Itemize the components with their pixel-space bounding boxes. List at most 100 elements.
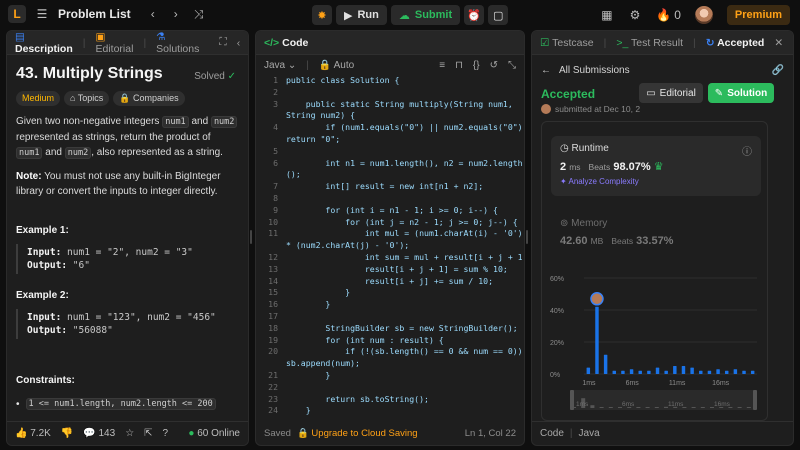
chevron-right-icon[interactable]: ›: [169, 7, 183, 21]
analyze-complexity-link[interactable]: ✦ Analyze Complexity: [560, 177, 752, 186]
reset-icon[interactable]: ↺: [490, 60, 498, 71]
code-line[interactable]: 20 if (!(sb.length() == 0 && num == 0)): [256, 346, 524, 358]
code-line[interactable]: 5: [256, 146, 524, 158]
code-line[interactable]: 12 int sum = mul + result[i + j + 1];: [256, 252, 524, 264]
premium-button[interactable]: Premium: [726, 5, 790, 25]
language-select[interactable]: Java ⌄: [264, 60, 296, 71]
range-slider-bar: [654, 407, 659, 408]
tab-editorial[interactable]: ▣ Editorial: [96, 31, 134, 55]
list-icon[interactable]: ☰: [35, 7, 49, 21]
code-line[interactable]: 11 int mul = (num1.charAt(i) - '0'): [256, 228, 524, 240]
right-resize-handle[interactable]: [526, 230, 528, 244]
clock-icon: ◷: [560, 143, 569, 154]
submit-button[interactable]: ☁ Submit: [390, 5, 461, 25]
upgrade-link[interactable]: 🔒 Upgrade to Cloud Saving: [297, 428, 418, 439]
code-line[interactable]: 14 result[i + j] += sum / 10;: [256, 276, 524, 288]
leetcode-logo[interactable]: L: [8, 5, 26, 23]
share-icon[interactable]: ⇱: [144, 428, 152, 439]
thumbs-down-icon: 👎: [60, 428, 74, 439]
link-icon[interactable]: 🔗: [772, 65, 784, 76]
comment-count: 143: [98, 428, 116, 439]
code-line[interactable]: 19 for (int num : result) {: [256, 335, 524, 347]
example-2: Input: num1 = "123", num2 = "456" Output…: [16, 309, 239, 339]
favorite-star-icon[interactable]: ☆: [125, 428, 134, 439]
maximize-icon[interactable]: ⛶: [219, 36, 226, 49]
code-line[interactable]: 13 result[i + j + 1] = sum % 10;: [256, 264, 524, 276]
code-line[interactable]: 1 public class Solution {: [256, 75, 524, 87]
tab-description-label: Description: [15, 42, 73, 55]
close-icon[interactable]: ✕: [774, 37, 783, 49]
editorial-button[interactable]: ▭ Editorial: [639, 83, 703, 103]
code-line[interactable]: * (num2.charAt(j) - '0');: [256, 240, 524, 252]
tab-solutions[interactable]: ⚗ Solutions: [156, 31, 199, 55]
code-line[interactable]: return "0";: [256, 134, 524, 146]
input-value: num1 = "123", num2 = "456": [61, 312, 216, 323]
line-number: [256, 134, 286, 146]
notes-button[interactable]: ▢: [488, 5, 509, 25]
code-line[interactable]: 6 int n1 = num1.length(), n2 = num2.leng…: [256, 158, 524, 170]
bookmark-icon[interactable]: ⊓: [455, 60, 463, 71]
line-number: 15: [268, 287, 278, 298]
code-line[interactable]: 21 }: [256, 370, 524, 382]
tag-icon: ⌂: [70, 93, 76, 103]
code-line[interactable]: 18 StringBuilder sb = new StringBuilder(…: [256, 323, 524, 335]
streak-counter[interactable]: 🔥 0: [656, 8, 681, 22]
code-line[interactable]: 15 }: [256, 287, 524, 299]
format-icon[interactable]: ≡: [439, 60, 445, 71]
comments-button[interactable]: 💬 143: [83, 428, 115, 439]
code-line[interactable]: 3 public static String multiply(String n…: [256, 99, 524, 111]
chart-bar: [716, 369, 720, 374]
code-line[interactable]: 10 for (int j = n2 - 1; j >= 0; j--) {: [256, 217, 524, 229]
code-line[interactable]: 25}: [256, 417, 524, 419]
tab-code[interactable]: </> Code: [264, 37, 308, 49]
run-button[interactable]: ▶ Run: [336, 5, 387, 25]
gear-icon[interactable]: ⚙: [628, 8, 642, 22]
problem-list-link[interactable]: Problem List: [58, 7, 131, 21]
topics-chip[interactable]: ⌂ Topics: [64, 91, 110, 106]
code-line[interactable]: String num2) {: [256, 110, 524, 122]
tab-description[interactable]: ▤ Description: [15, 31, 73, 55]
code-line[interactable]: 24 }: [256, 405, 524, 417]
collapse-icon[interactable]: ‹: [237, 37, 241, 49]
line-number: [256, 358, 286, 370]
code-line[interactable]: 2: [256, 87, 524, 99]
tab-accepted[interactable]: ↻ Accepted: [706, 37, 765, 49]
line-number: 4: [273, 122, 278, 133]
all-submissions-link[interactable]: ← All Submissions 🔗: [541, 61, 784, 79]
code-line[interactable]: 7 int[] result = new int[n1 + n2];: [256, 181, 524, 193]
like-button[interactable]: 👍 7.2K: [15, 428, 51, 439]
code-line[interactable]: 16 }: [256, 299, 524, 311]
code-line[interactable]: 4 if (num1.equals("0") || num2.equals("0…: [256, 122, 524, 134]
tab-testcase[interactable]: ☑ Testcase: [540, 37, 594, 49]
shuffle-icon[interactable]: ⤨: [192, 7, 206, 22]
runtime-label: Runtime: [571, 143, 609, 154]
chevron-left-icon[interactable]: ‹: [146, 7, 160, 21]
companies-chip[interactable]: 🔒 Companies: [113, 91, 185, 106]
code-line[interactable]: 22: [256, 382, 524, 394]
code-line[interactable]: 17: [256, 311, 524, 323]
memory-card[interactable]: ⊚ Memory 42.60 MB Beats 33.57%: [560, 218, 673, 247]
braces-icon[interactable]: {}: [473, 60, 480, 71]
layout-grid-icon[interactable]: ▦: [600, 8, 614, 22]
code-line[interactable]: 9 for (int i = n1 - 1; i >= 0; i--) {: [256, 205, 524, 217]
solution-button[interactable]: ✎ Solution: [708, 83, 774, 103]
code-editor[interactable]: 1 public class Solution {2 3 public static…: [256, 75, 524, 419]
runtime-card[interactable]: ◷ Runtime ⓘ 2 ms Beats 98.07% ♛ ✦ Analyze …: [551, 136, 761, 196]
left-resize-handle[interactable]: [250, 230, 252, 244]
timer-button[interactable]: ⏰: [464, 5, 485, 25]
info-icon[interactable]: ⓘ: [742, 143, 752, 158]
code-line[interactable]: 8: [256, 193, 524, 205]
auto-mode-toggle[interactable]: 🔒 Auto: [319, 60, 354, 71]
debug-button[interactable]: ✸: [312, 5, 332, 25]
dislike-button[interactable]: 👎: [61, 428, 73, 439]
code-line[interactable]: sb.append(num);: [256, 358, 524, 370]
description-tabs: ▤ Description | ▣ Editorial | ⚗ Solution…: [7, 31, 248, 55]
avatar[interactable]: [694, 6, 713, 24]
fullscreen-icon[interactable]: ⤡: [508, 60, 516, 71]
runtime-distribution-chart[interactable]: 60% 40% 20% 0% 1ms 6ms 11ms 16ms 1ms 6ms 11ms 16ms: [542, 270, 769, 420]
tab-test-result[interactable]: >_ Test Result: [616, 37, 683, 49]
help-icon[interactable]: ?: [163, 428, 169, 439]
code-line[interactable]: ();: [256, 169, 524, 181]
difficulty-badge[interactable]: Medium: [16, 91, 61, 106]
code-line[interactable]: 23 return sb.toString();: [256, 394, 524, 406]
